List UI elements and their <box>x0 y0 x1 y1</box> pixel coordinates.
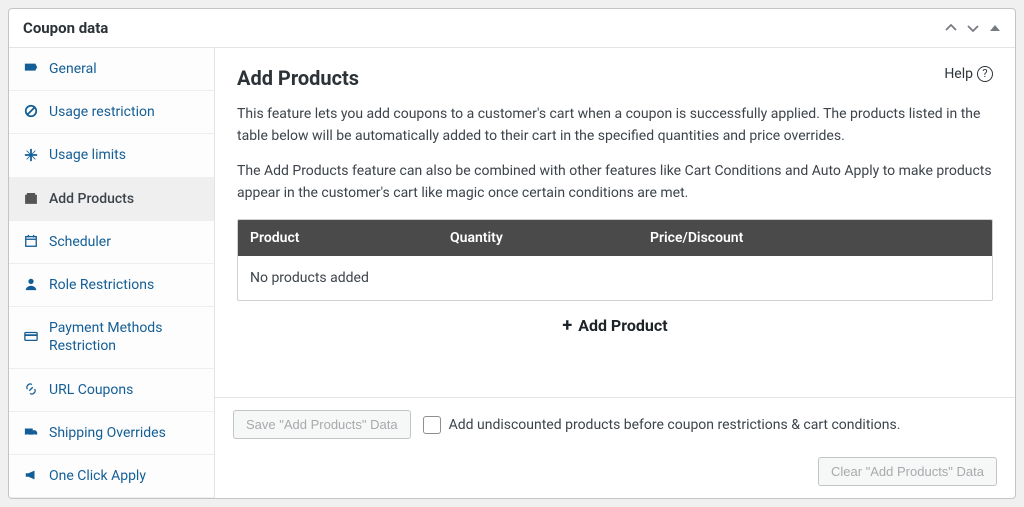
panel-header: Coupon data <box>9 9 1015 48</box>
undiscounted-checkbox-wrap[interactable]: Add undiscounted products before coupon … <box>423 416 901 434</box>
th-price: Price/Discount <box>650 230 980 246</box>
table-empty-row: No products added <box>238 256 992 300</box>
sidebar-item-url-coupons[interactable]: URL Coupons <box>9 369 214 412</box>
add-product-row: + Add Product <box>237 301 993 342</box>
general-icon <box>23 61 39 78</box>
panel-controls <box>945 20 1001 36</box>
sidebar-item-label: General <box>49 60 97 78</box>
sidebar-item-usage-restriction[interactable]: Usage restriction <box>9 91 214 134</box>
sidebar-item-label: Add Products <box>49 190 134 208</box>
plus-icon: + <box>562 315 572 336</box>
limits-icon <box>23 147 39 164</box>
megaphone-icon <box>23 468 39 485</box>
truck-icon <box>23 424 39 441</box>
th-quantity: Quantity <box>450 230 650 246</box>
sidebar-item-usage-limits[interactable]: Usage limits <box>9 134 214 177</box>
sidebar-item-label: Role Restrictions <box>49 276 154 294</box>
table-header: Product Quantity Price/Discount <box>238 220 992 256</box>
content-header: Add Products Help ? <box>237 66 993 104</box>
add-product-button[interactable]: + Add Product <box>562 315 667 336</box>
user-icon <box>23 277 39 294</box>
description-2: The Add Products feature can also be com… <box>237 161 993 204</box>
clear-button[interactable]: Clear "Add Products" Data <box>818 457 997 486</box>
coupon-data-panel: Coupon data General <box>8 8 1016 499</box>
panel-move-down-icon[interactable] <box>967 20 979 36</box>
sidebar-item-label: Shipping Overrides <box>49 424 166 442</box>
sidebar-item-label: Usage restriction <box>49 103 155 121</box>
products-table: Product Quantity Price/Discount No produ… <box>237 219 993 301</box>
products-icon <box>23 190 39 207</box>
help-link[interactable]: Help ? <box>944 66 993 82</box>
th-product: Product <box>250 230 450 246</box>
sidebar-item-label: Payment Methods Restriction <box>49 319 200 355</box>
checkbox-icon[interactable] <box>423 416 441 434</box>
sidebar-item-one-click-apply[interactable]: One Click Apply <box>9 455 214 498</box>
checkbox-label: Add undiscounted products before coupon … <box>449 417 901 433</box>
sidebar-item-add-products[interactable]: Add Products <box>9 178 214 221</box>
main-area: Add Products Help ? This feature lets yo… <box>215 48 1015 498</box>
page-title: Add Products <box>237 66 359 90</box>
calendar-icon <box>23 233 39 250</box>
add-product-label: Add Product <box>578 316 667 335</box>
panel-toggle-icon[interactable] <box>989 20 1001 36</box>
save-button[interactable]: Save "Add Products" Data <box>233 410 411 439</box>
sidebar-item-label: URL Coupons <box>49 381 133 399</box>
sidebar-item-shipping-overrides[interactable]: Shipping Overrides <box>9 412 214 455</box>
help-label: Help <box>944 66 973 82</box>
footer-bar: Save "Add Products" Data Add undiscounte… <box>215 397 1015 498</box>
sidebar-item-label: One Click Apply <box>49 467 146 485</box>
sidebar-item-general[interactable]: General <box>9 48 214 91</box>
sidebar-item-label: Scheduler <box>49 233 111 251</box>
sidebar-item-payment-methods[interactable]: Payment Methods Restriction <box>9 307 214 368</box>
sidebar-item-scheduler[interactable]: Scheduler <box>9 221 214 264</box>
description-1: This feature lets you add coupons to a c… <box>237 104 993 147</box>
card-icon <box>23 329 39 346</box>
sidebar: General Usage restriction Usage limits A… <box>9 48 215 498</box>
sidebar-item-role-restrictions[interactable]: Role Restrictions <box>9 264 214 307</box>
sidebar-item-label: Usage limits <box>49 146 126 164</box>
link-icon <box>23 381 39 398</box>
panel-body: General Usage restriction Usage limits A… <box>9 48 1015 498</box>
help-icon: ? <box>977 66 993 82</box>
restriction-icon <box>23 104 39 121</box>
main-content: Add Products Help ? This feature lets yo… <box>215 48 1015 397</box>
panel-move-up-icon[interactable] <box>945 20 957 36</box>
panel-title: Coupon data <box>23 19 108 37</box>
